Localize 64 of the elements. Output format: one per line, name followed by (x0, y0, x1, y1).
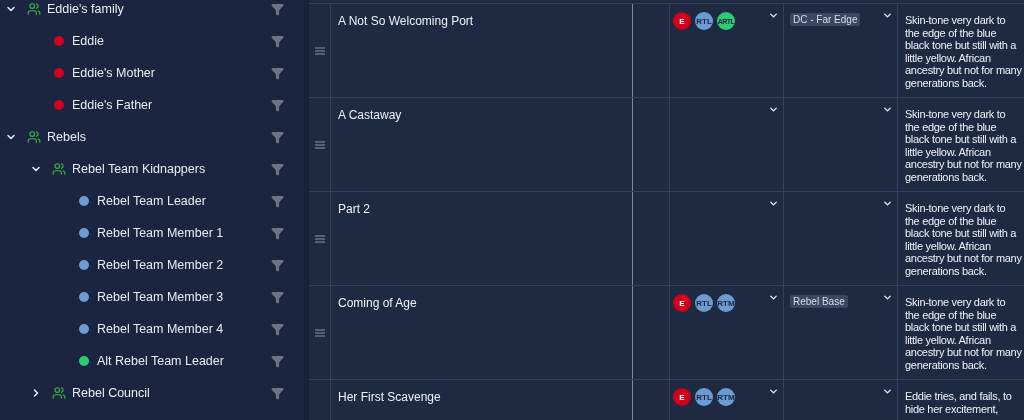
dropdown-caret-icon[interactable] (768, 386, 779, 397)
filter-icon[interactable] (271, 322, 284, 336)
filter-icon[interactable] (271, 386, 284, 400)
character-avatar: E (673, 388, 691, 406)
filter-icon[interactable] (271, 66, 284, 80)
tree-item[interactable]: Rebel Team Member 2 (97, 258, 271, 272)
character-avatar: RTL (695, 294, 713, 312)
filter-icon[interactable] (271, 2, 284, 16)
description-text: Skin-tone very dark to the edge of the blue black tone but still with a little yellow. African ancestry but not for many generations back. (904, 201, 1023, 278)
dropdown-caret-icon[interactable] (768, 198, 779, 209)
filter-icon[interactable] (271, 194, 284, 208)
tree-item[interactable]: Eddie's Father (72, 98, 271, 112)
filter-icon[interactable] (271, 226, 284, 240)
character-avatar: RTM (717, 388, 735, 406)
tree-item[interactable]: Rebel Team Leader (97, 194, 271, 208)
dropdown-caret-icon[interactable] (882, 198, 893, 209)
description-text: Skin-tone very dark to the edge of the blue black tone but still with a little yellow. African ancestry but not for many generations back. (904, 107, 1023, 184)
tree-item[interactable]: Rebel Council (72, 386, 271, 400)
scene-title: Her First Scavenge (337, 389, 442, 406)
location-tag: Rebel Base (790, 295, 848, 308)
tree-item[interactable]: Rebel Team Member 3 (97, 290, 271, 304)
tree-item[interactable]: Rebels (47, 130, 271, 144)
scene-title: A Not So Welcoming Port (337, 13, 475, 30)
dropdown-caret-icon[interactable] (768, 292, 779, 303)
tree-item[interactable]: Alt Rebel Team Leader (97, 354, 271, 368)
dropdown-caret-icon[interactable] (882, 10, 893, 21)
dropdown-caret-icon[interactable] (882, 104, 893, 115)
people-icon (52, 162, 66, 176)
filter-icon[interactable] (271, 130, 284, 144)
description-text: Skin-tone very dark to the edge of the blue black tone but still with a little yellow. African ancestry but not for many generations back. (904, 295, 1023, 372)
people-icon (27, 2, 41, 16)
drag-handle-icon[interactable] (314, 234, 325, 243)
character-avatar: E (673, 294, 691, 312)
filter-icon[interactable] (271, 354, 284, 368)
filter-icon[interactable] (271, 34, 284, 48)
scene-title: A Castaway (337, 107, 403, 124)
drag-handle-icon[interactable] (314, 140, 325, 149)
tree-item[interactable]: Eddie (72, 34, 271, 48)
tree-item[interactable]: Eddie's family (47, 2, 271, 16)
dropdown-caret-icon[interactable] (882, 292, 893, 303)
character-avatar: RTM (717, 294, 735, 312)
tree-item[interactable]: Rebel Team Kidnappers (72, 162, 271, 176)
description-text: Skin-tone very dark to the edge of the blue black tone but still with a little yellow. African ancestry but not for many generations back. (904, 13, 1023, 90)
people-icon (52, 386, 66, 400)
tree-item[interactable]: Rebel Team Member 1 (97, 226, 271, 240)
dropdown-caret-icon[interactable] (882, 386, 893, 397)
character-avatar: E (673, 12, 691, 30)
drag-handle-icon[interactable] (314, 328, 325, 337)
people-icon (27, 130, 41, 144)
dropdown-caret-icon[interactable] (768, 104, 779, 115)
drag-handle-icon[interactable] (314, 46, 325, 55)
description-text: Eddie tries, and fails, to hide her excitement, (904, 389, 1013, 416)
tree-item[interactable]: Rebel Team Member 4 (97, 322, 271, 336)
location-tag: DC - Far Edge (790, 13, 861, 26)
dropdown-caret-icon[interactable] (768, 10, 779, 21)
filter-icon[interactable] (271, 162, 284, 176)
scene-title: Coming of Age (337, 295, 418, 312)
filter-icon[interactable] (271, 98, 284, 112)
filter-icon[interactable] (271, 290, 284, 304)
filter-icon[interactable] (271, 258, 284, 272)
character-avatar: RTL (695, 12, 713, 30)
scene-title: Part 2 (337, 201, 371, 218)
character-avatar: RTL (695, 388, 713, 406)
tree-item[interactable]: Eddie's Mother (72, 66, 271, 80)
